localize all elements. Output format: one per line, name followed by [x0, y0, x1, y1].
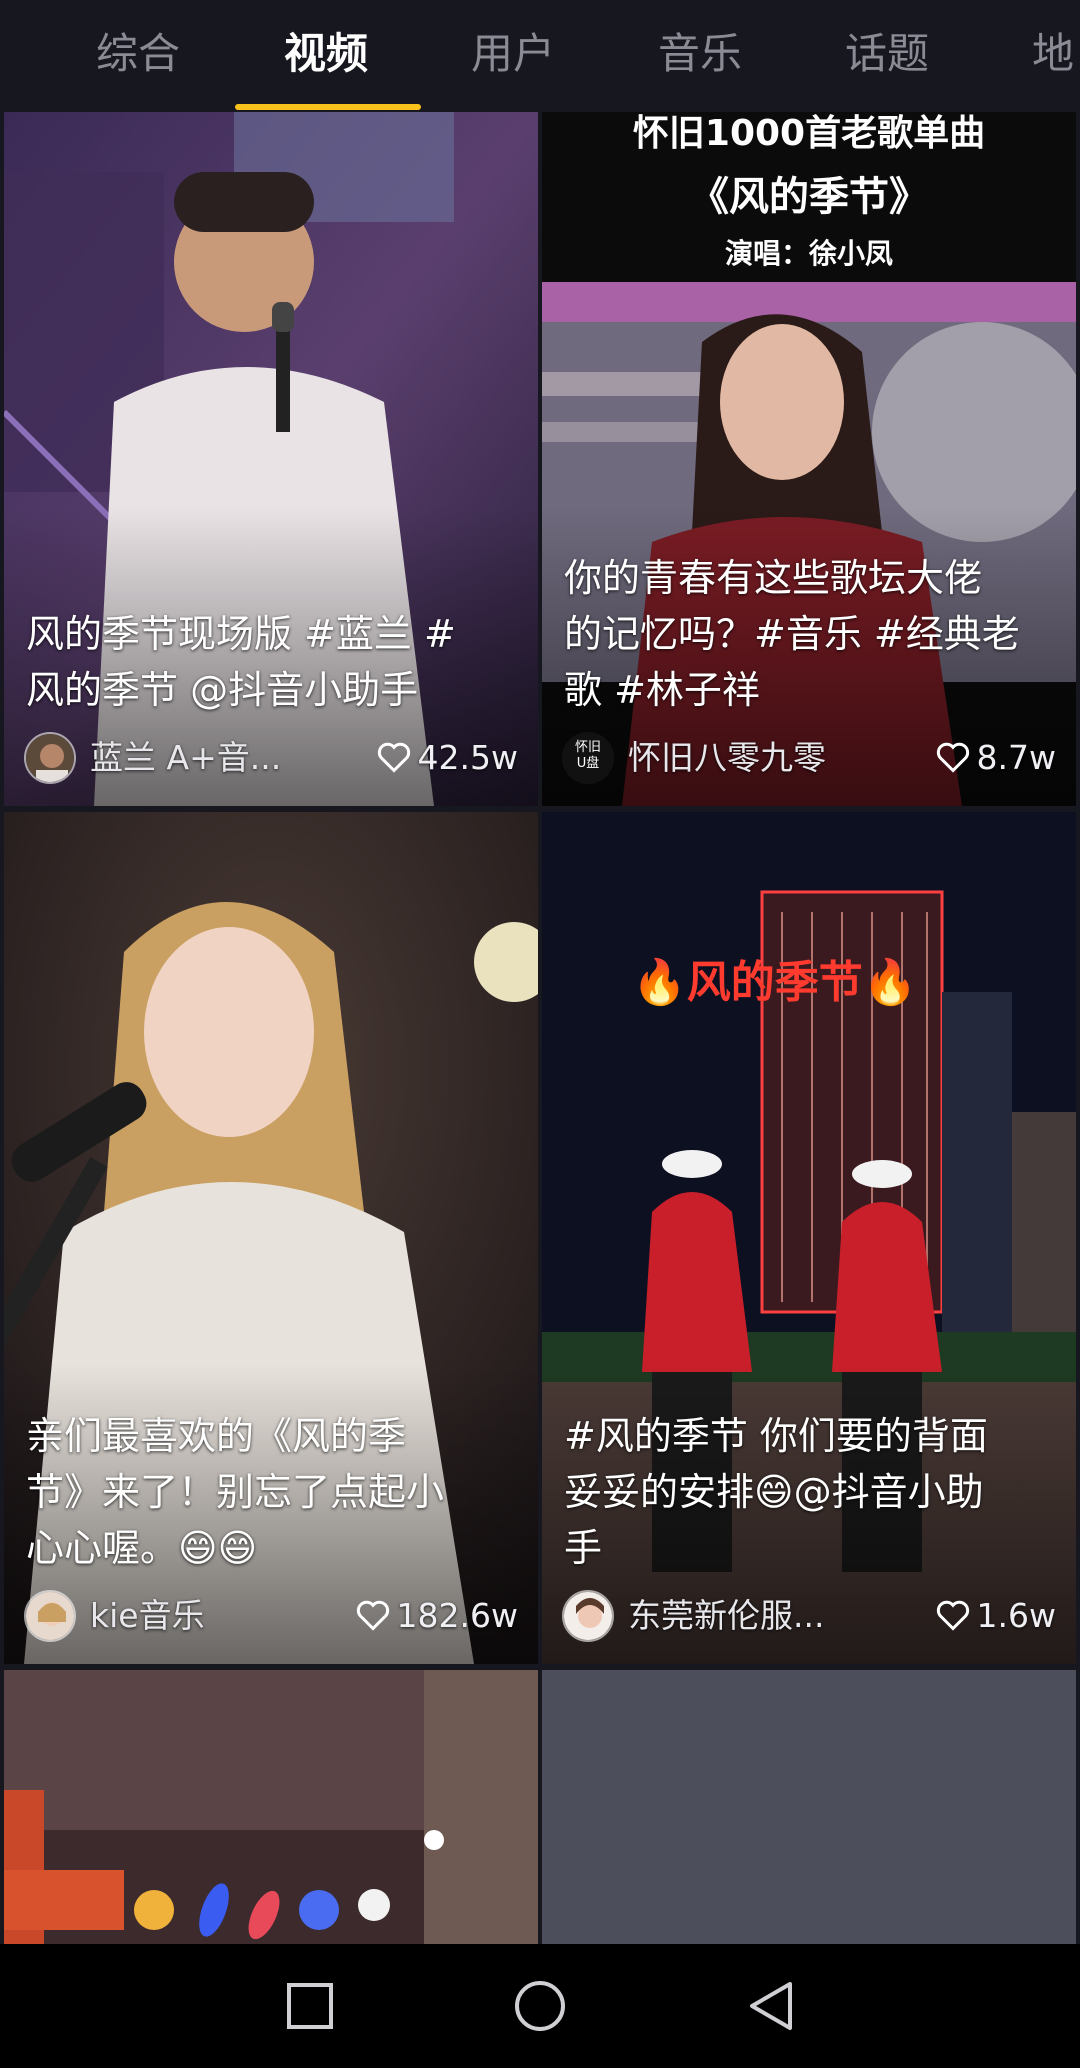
back-button[interactable]	[740, 1976, 800, 2036]
author-name[interactable]: 怀旧八零九零	[628, 730, 826, 786]
author-avatar[interactable]	[24, 732, 76, 784]
author-avatar[interactable]: 怀旧 U盘	[562, 732, 614, 784]
home-button[interactable]	[510, 1976, 570, 2036]
author-name[interactable]: 东莞新伦服...	[628, 1588, 824, 1644]
like-count: 8.7w	[935, 730, 1056, 786]
tab-location[interactable]: 地	[1032, 22, 1074, 86]
video-meta: 蓝兰 A+音... 42.5w	[24, 730, 518, 786]
video-card[interactable]: 亲们最喜欢的《风的季 节》来了！别忘了点起小 心心喔。😄😄 kie音乐 182.…	[4, 812, 538, 1664]
triangle-back-icon	[750, 1982, 792, 2030]
author-name[interactable]: kie音乐	[90, 1588, 205, 1644]
tab-video[interactable]: 视频	[284, 22, 368, 86]
video-card[interactable]: 怀旧1000首老歌单曲 《风的季节》 演唱：徐小凤 你的青春有这些歌坛大佬 的记…	[542, 112, 1076, 806]
video-caption: #风的季节 你们要的背面 妥妥的安排😄@抖音小助 手	[564, 1414, 988, 1570]
video-card-placeholder[interactable]	[542, 1670, 1076, 1944]
system-navigation-bar	[0, 1944, 1080, 2068]
heart-outline-icon	[356, 1600, 389, 1631]
video-meta: kie音乐 182.6w	[24, 1588, 518, 1644]
author-avatar[interactable]	[24, 1590, 76, 1642]
video-card[interactable]: 风的季节现场版 #蓝兰 # 风的季节 @抖音小助手 蓝兰 A+音... 42.5…	[4, 112, 538, 806]
tab-music[interactable]: 音乐	[658, 22, 742, 86]
overlay-title-2: 《风的季节》	[689, 174, 929, 220]
heart-outline-icon	[377, 742, 410, 773]
overlay-singer: 演唱：徐小凤	[724, 237, 893, 270]
like-count: 1.6w	[935, 1588, 1056, 1644]
heart-outline-icon	[936, 742, 969, 773]
video-caption: 你的青春有这些歌坛大佬 的记忆吗？#音乐 #经典老 歌 #林子祥	[564, 556, 1020, 712]
like-count: 42.5w	[376, 730, 518, 786]
tab-comprehensive[interactable]: 综合	[96, 22, 180, 86]
video-card[interactable]: 🔥风的季节🔥 #风的季节 你们要的背面 妥妥的安排😄@抖音小助 手 东莞新伦服.…	[542, 812, 1076, 1664]
tab-topics[interactable]: 话题	[845, 22, 929, 86]
video-meta: 怀旧 U盘 怀旧八零九零 8.7w	[562, 730, 1056, 786]
video-caption: 风的季节现场版 #蓝兰 # 风的季节 @抖音小助手	[26, 612, 456, 712]
author-avatar[interactable]	[562, 1590, 614, 1642]
video-meta: 东莞新伦服... 1.6w	[562, 1588, 1056, 1644]
author-name[interactable]: 蓝兰 A+音...	[90, 730, 281, 786]
circle-icon	[515, 1981, 565, 2031]
video-caption: 亲们最喜欢的《风的季 节》来了！别忘了点起小 心心喔。😄😄	[26, 1414, 445, 1570]
overlay-tag: 🔥风的季节🔥	[632, 957, 918, 1008]
heart-outline-icon	[936, 1600, 969, 1631]
tab-users[interactable]: 用户	[471, 22, 555, 86]
square-icon	[287, 1983, 333, 2029]
video-grid: 风的季节现场版 #蓝兰 # 风的季节 @抖音小助手 蓝兰 A+音... 42.5…	[0, 112, 1080, 1944]
recent-apps-button[interactable]	[280, 1976, 340, 2036]
overlay-title-1: 怀旧1000首老歌单曲	[632, 113, 986, 154]
like-count: 182.6w	[355, 1588, 518, 1644]
video-thumbnail	[4, 1670, 538, 1944]
video-card[interactable]	[4, 1670, 538, 1944]
active-tab-indicator	[235, 104, 421, 110]
search-result-tab-bar: 综合 视频 用户 音乐 话题 地	[0, 0, 1080, 112]
